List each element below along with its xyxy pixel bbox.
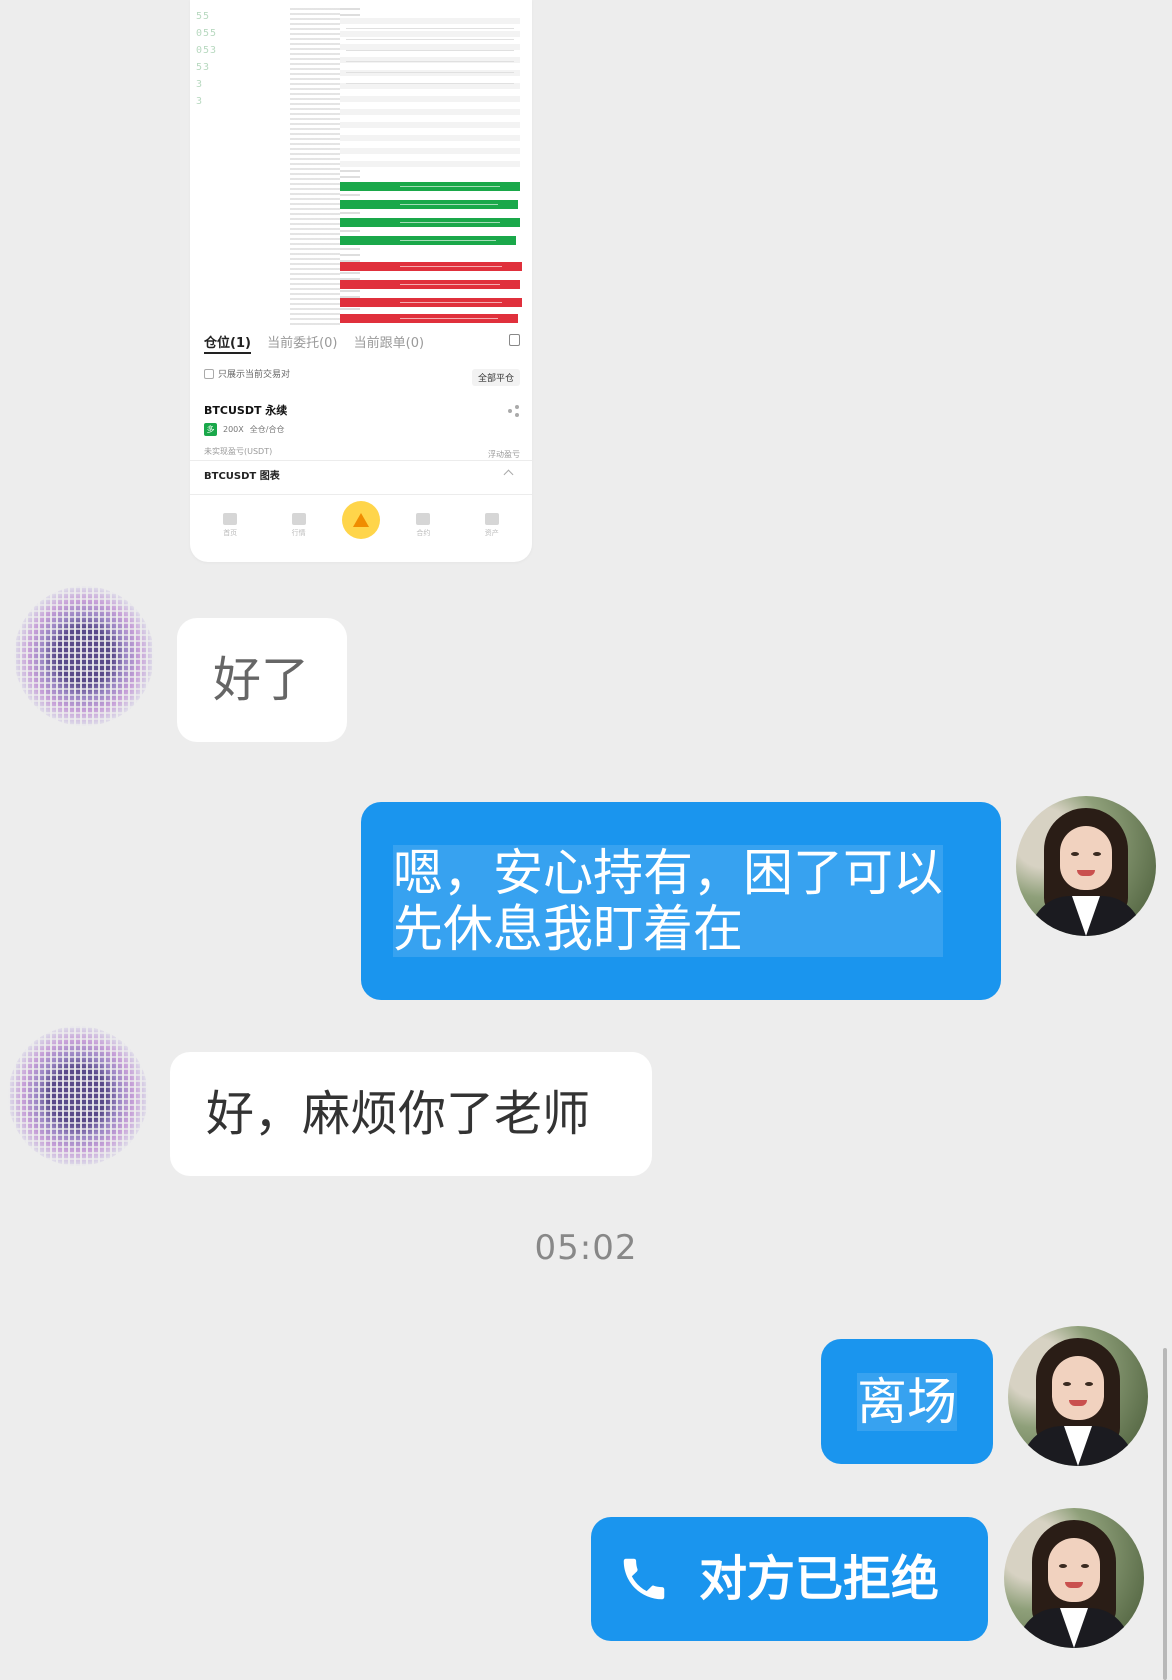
contact-avatar[interactable] (14, 586, 154, 726)
unrealized-pnl-label: 未实现盈亏(USDT) (204, 447, 273, 456)
nav-market: 行情 (274, 512, 324, 538)
divider (190, 494, 532, 495)
chevron-up-icon (503, 469, 514, 480)
nav-assets: 资产 (467, 512, 517, 538)
ask-rows (340, 18, 520, 168)
wallet-icon (484, 512, 499, 525)
call-declined-message[interactable]: 对方已拒绝 (591, 1517, 988, 1641)
outgoing-message[interactable]: 离场 (821, 1339, 993, 1464)
tab-open-orders: 当前委托(0) (267, 336, 338, 351)
contact-avatar[interactable] (8, 1026, 148, 1166)
incoming-message[interactable]: 好了 (177, 618, 347, 742)
ask-row (340, 262, 522, 271)
bid-row (340, 218, 520, 227)
nav-futures: 合约 (398, 512, 448, 538)
scrollbar[interactable] (1163, 1348, 1167, 1680)
ask-row (340, 298, 522, 307)
contract-name: BTCUSDT 永续 (204, 404, 288, 417)
home-icon (223, 512, 238, 525)
filter-row: 只展示当前交易对 (204, 367, 290, 380)
long-tag-icon: 多 (204, 423, 217, 436)
leverage-row: 多 200X 全仓/合仓 (204, 423, 284, 436)
incoming-message[interactable]: 好，麻烦你了老师 (170, 1052, 652, 1176)
order-book: 55 055 053 53 3 3 (190, 0, 532, 330)
ask-row (340, 280, 520, 289)
self-avatar[interactable] (1008, 1326, 1148, 1466)
position-tabs: 仓位(1) 当前委托(0) 当前跟单(0) (204, 332, 524, 354)
bid-row (340, 182, 520, 191)
futures-icon (416, 512, 431, 525)
floating-pnl-label: 浮动盈亏 (488, 450, 520, 459)
screenshot-image-message[interactable]: 55 055 053 53 3 3 仓位(1) 当前委托(0) 当前跟单(0) … (190, 0, 532, 562)
quantity-column (290, 8, 340, 326)
outgoing-message[interactable]: 嗯，安心持有，困了可以 先休息我盯着在 (361, 802, 1001, 1000)
checkbox-icon (204, 368, 214, 379)
phone-icon (617, 1552, 671, 1606)
divider (190, 460, 532, 461)
bottom-nav: 首页 行情 合约 资产 (190, 500, 532, 550)
chart-label: BTCUSDT 图表 (204, 471, 280, 482)
tab-positions: 仓位(1) (204, 336, 251, 354)
nav-home: 首页 (205, 512, 255, 538)
tab-copy-orders: 当前跟单(0) (353, 336, 425, 351)
document-icon (509, 334, 520, 346)
trade-center-icon (341, 501, 380, 539)
close-all-button: 全部平仓 (471, 369, 520, 386)
timestamp: 05:02 (534, 1228, 638, 1268)
bid-row (340, 200, 518, 209)
market-icon (291, 512, 306, 525)
share-icon (508, 405, 520, 417)
self-avatar[interactable] (1004, 1508, 1144, 1648)
bid-row (340, 236, 516, 245)
self-avatar[interactable] (1016, 796, 1156, 936)
ask-row (340, 314, 518, 323)
